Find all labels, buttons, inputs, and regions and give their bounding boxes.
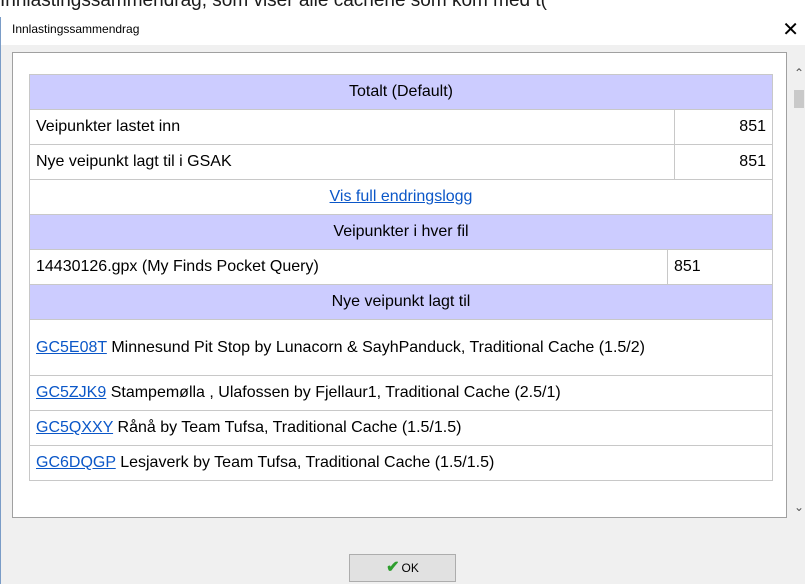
file-count: 851	[674, 258, 701, 275]
chevron-up-icon[interactable]: ⌃	[793, 65, 805, 81]
row-value: 851	[674, 109, 773, 145]
summary-table: Totalt (Default) Veipunkter lastet inn 8…	[29, 74, 773, 481]
summary-dialog: Innlastingssammendrag ✕ Totalt (Default)…	[0, 17, 805, 584]
scrollbar-thumb[interactable]	[794, 90, 804, 108]
row-label: Nye veipunkt lagt til i GSAK	[29, 144, 675, 180]
ok-button[interactable]: ✔ OK	[349, 554, 456, 582]
cache-description: Minnesund Pit Stop by Lunacorn & SayhPan…	[111, 338, 645, 356]
list-item: GC5ZJK9 Stampemølla , Ulafossen by Fjell…	[29, 375, 773, 411]
row-value: 851	[674, 144, 773, 180]
list-item: GC5QXXY Rånå by Team Tufsa, Traditional …	[29, 410, 773, 446]
ok-label: OK	[401, 561, 419, 575]
background-document-text: Innlastingssammendrag, som viser alle ca…	[0, 0, 548, 11]
chevron-down-icon[interactable]: ⌄	[793, 499, 805, 515]
list-item: GC5E08T Minnesund Pit Stop by Lunacorn &…	[29, 319, 773, 376]
summary-content[interactable]: Totalt (Default) Veipunkter lastet inn 8…	[12, 52, 787, 518]
vertical-scrollbar[interactable]: ⌃ ⌄	[793, 65, 805, 515]
cache-description: Rånå by Team Tufsa, Traditional Cache (1…	[117, 419, 462, 436]
close-icon[interactable]: ✕	[782, 18, 799, 42]
dialog-title: Innlastingssammendrag	[12, 22, 140, 36]
file-row: 14430126.gpx (My Finds Pocket Query) 851	[30, 250, 772, 284]
cache-description: Stampemølla , Ulafossen by Fjellaur1, Tr…	[110, 384, 561, 401]
changelog-link[interactable]: Vis full endringslogg	[330, 188, 473, 205]
file-name: 14430126.gpx (My Finds Pocket Query)	[30, 250, 668, 284]
cache-code-link[interactable]: GC5QXXY	[36, 419, 113, 436]
title-bar: Innlastingssammendrag ✕	[1, 17, 805, 45]
new-waypoints-header: Nye veipunkt lagt til	[29, 284, 773, 320]
files-header: Veipunkter i hver fil	[29, 214, 773, 250]
cache-code-link[interactable]: GC6DQGP	[36, 454, 116, 471]
cache-description: Lesjaverk by Team Tufsa, Traditional Cac…	[120, 454, 495, 471]
cache-code-link[interactable]: GC5ZJK9	[36, 384, 106, 401]
checkmark-icon: ✔	[386, 559, 400, 576]
cache-code-link[interactable]: GC5E08T	[36, 339, 107, 356]
total-header: Totalt (Default)	[29, 74, 773, 110]
list-item: GC6DQGP Lesjaverk by Team Tufsa, Traditi…	[29, 445, 773, 481]
row-label: Veipunkter lastet inn	[29, 109, 675, 145]
table-row: Nye veipunkt lagt til i GSAK 851	[29, 144, 773, 180]
table-row: Veipunkter lastet inn 851	[29, 109, 773, 145]
